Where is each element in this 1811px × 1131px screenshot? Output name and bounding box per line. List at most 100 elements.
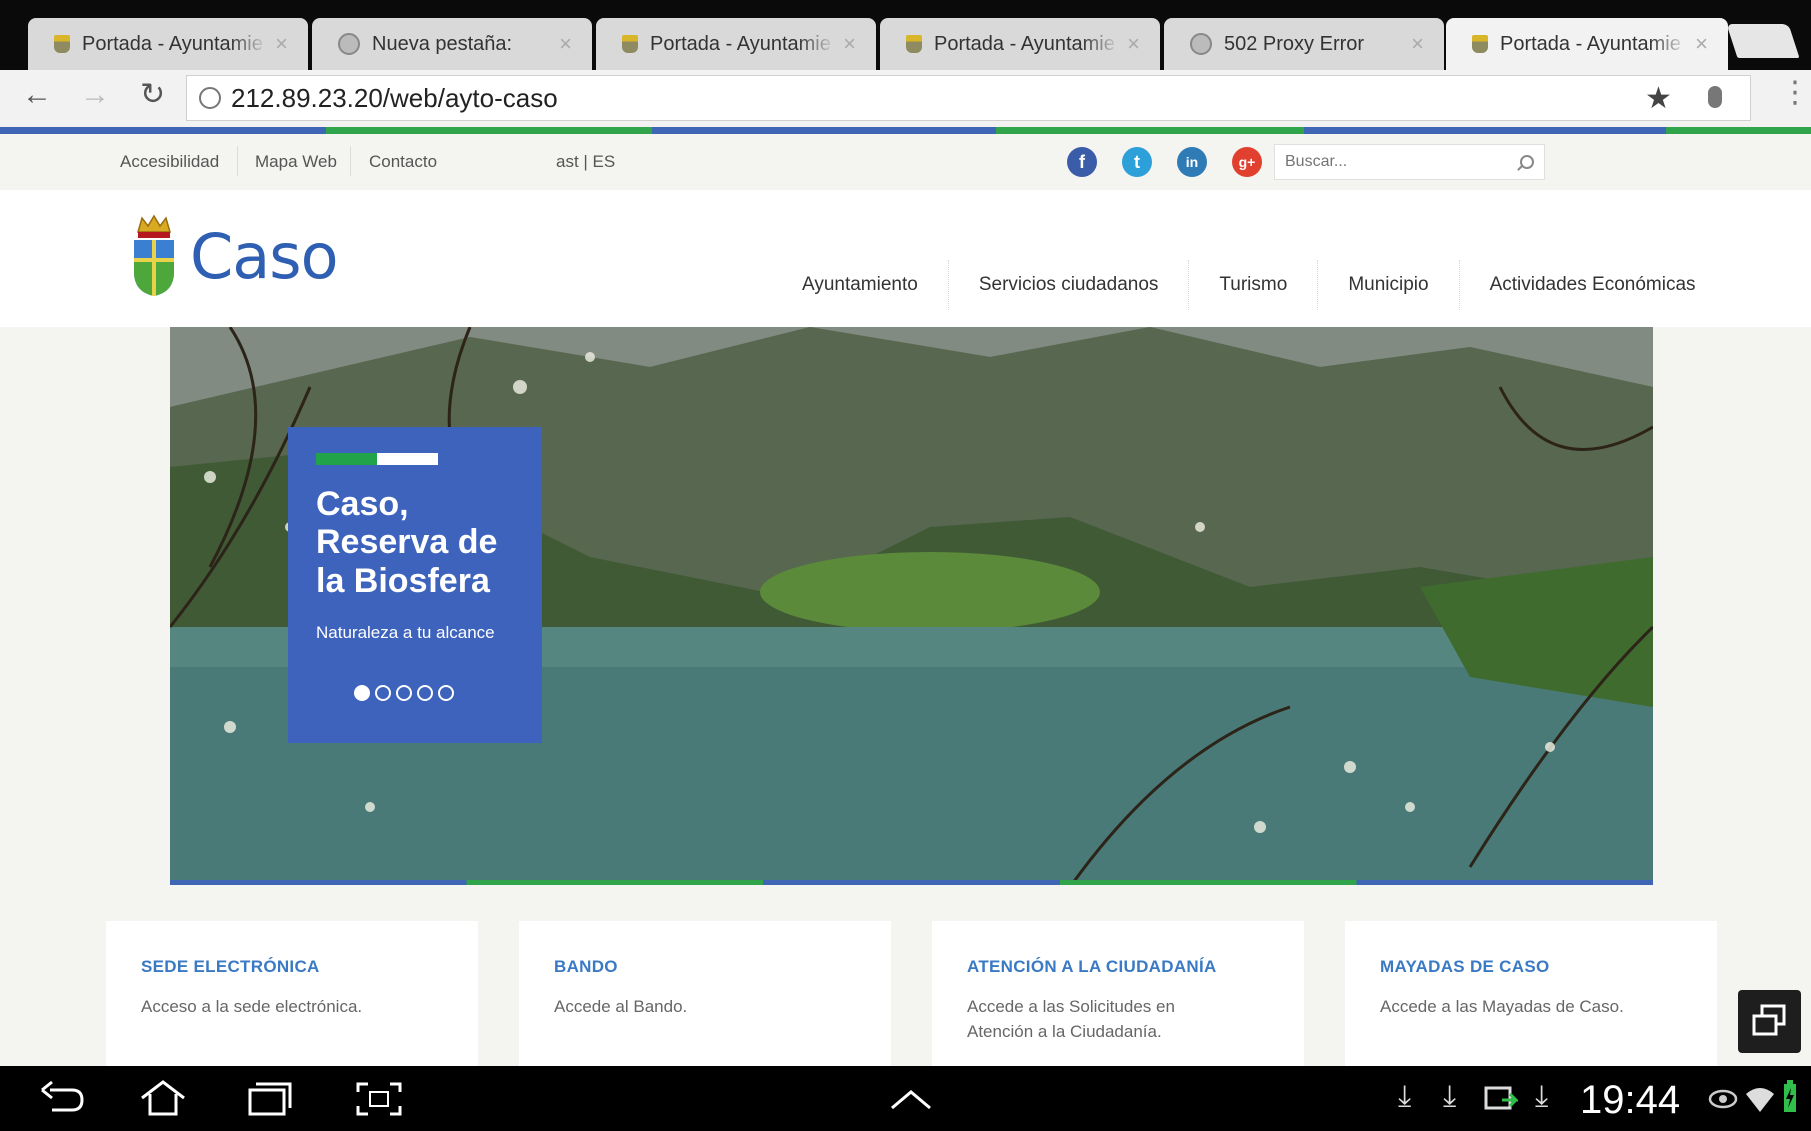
tab-title: Portada - Ayuntamie [650, 32, 831, 55]
brand-stripe [316, 453, 438, 465]
crest-favicon-icon [54, 35, 70, 53]
browser-toolbar: ← → ↻ 212.89.23.20/web/ayto-caso ★ ⋮ [0, 70, 1811, 127]
slider-dot-2[interactable] [375, 685, 391, 701]
tab-title: Nueva pestaña: [372, 32, 513, 55]
logo-text: Caso [190, 219, 339, 293]
card-title[interactable]: SEDE ELECTRÓNICA [141, 957, 443, 977]
crest-favicon-icon [622, 35, 638, 53]
nav-item-ayuntamiento[interactable]: Ayuntamiento [772, 260, 949, 310]
eye-icon [1708, 1089, 1738, 1109]
recent-apps-icon[interactable] [244, 1080, 294, 1116]
site-header: Caso Ayuntamiento Servicios ciudadanos T… [0, 190, 1811, 327]
forward-arrow-icon[interactable]: → [80, 80, 110, 110]
search-box [1274, 144, 1545, 180]
close-icon[interactable]: × [1127, 33, 1140, 55]
slider-pagination [354, 685, 454, 701]
browser-tab[interactable]: Nueva pestaña: × [312, 18, 592, 70]
card-mayadas-de-caso[interactable]: MAYADAS DE CASO Accede a las Mayadas de … [1345, 921, 1717, 1066]
google-plus-icon[interactable]: g+ [1232, 147, 1262, 177]
accesibilidad-link[interactable]: Accesibilidad [120, 152, 219, 172]
close-icon[interactable]: × [275, 33, 288, 55]
coat-of-arms-icon [134, 214, 174, 296]
hero-slider[interactable]: Caso, Reserva de la Biosfera Naturaleza … [170, 327, 1653, 885]
divider [350, 146, 351, 176]
url-text[interactable]: 212.89.23.20/web/ayto-caso [231, 83, 558, 114]
crest-favicon-icon [1472, 35, 1488, 53]
new-tab-button[interactable] [1726, 24, 1800, 58]
download-icon: ⤓ [1398, 1080, 1412, 1113]
slider-dot-1[interactable] [354, 685, 370, 701]
browser-tab[interactable]: Portada - Ayuntamie × [28, 18, 308, 70]
microphone-icon[interactable] [1708, 86, 1722, 108]
hero-title: Caso, Reserva de la Biosfera [316, 485, 498, 600]
browser-tab[interactable]: 502 Proxy Error × [1164, 18, 1444, 70]
divider [237, 146, 238, 176]
globe-icon [338, 33, 360, 55]
close-icon[interactable]: × [1411, 33, 1424, 55]
download-icon: ⤓ [1443, 1080, 1457, 1113]
system-navigation-bar: ⤓ ⤓ ⤓ 19:44 [0, 1066, 1811, 1131]
cast-screen-icon [1484, 1086, 1518, 1110]
browser-tab[interactable]: Portada - Ayuntamie × [880, 18, 1160, 70]
language-switch[interactable]: ast | ES [556, 152, 615, 172]
hero-caption-card: Caso, Reserva de la Biosfera Naturaleza … [288, 427, 542, 743]
close-icon[interactable]: × [843, 33, 856, 55]
facebook-icon[interactable]: f [1067, 147, 1097, 177]
contacto-link[interactable]: Contacto [369, 152, 437, 172]
utility-bar: Accesibilidad Mapa Web Contacto ast | ES… [0, 134, 1811, 190]
twitter-icon[interactable]: t [1122, 147, 1152, 177]
card-description: Accede a las Solicitudes en Atención a l… [967, 997, 1175, 1041]
nav-item-turismo[interactable]: Turismo [1189, 260, 1319, 310]
quick-access-section: SEDE ELECTRÓNICA Acceso a la sede electr… [0, 885, 1811, 1066]
card-sede-electronica[interactable]: SEDE ELECTRÓNICA Acceso a la sede electr… [106, 921, 478, 1066]
globe-icon [199, 87, 221, 109]
browser-menu-icon[interactable]: ⋮ [1780, 78, 1810, 108]
close-icon[interactable]: × [1695, 33, 1708, 55]
address-bar[interactable]: 212.89.23.20/web/ayto-caso [186, 75, 1751, 121]
tab-switcher-icon [1752, 1004, 1786, 1036]
linkedin-icon[interactable]: in [1177, 147, 1207, 177]
wifi-icon [1746, 1088, 1774, 1112]
slider-dot-4[interactable] [417, 685, 433, 701]
slider-dot-5[interactable] [438, 685, 454, 701]
card-description: Accede a las Mayadas de Caso. [1380, 997, 1624, 1016]
card-title[interactable]: ATENCIÓN A LA CIUDADANÍA [967, 957, 1269, 977]
system-clock: 19:44 [1580, 1078, 1681, 1122]
tab-switcher-button[interactable] [1738, 990, 1801, 1053]
browser-tab-strip: Portada - Ayuntamie × Nueva pestaña: × P… [0, 0, 1811, 70]
reload-icon[interactable]: ↻ [140, 80, 165, 110]
mapa-web-link[interactable]: Mapa Web [255, 152, 337, 172]
slider-dot-3[interactable] [396, 685, 412, 701]
download-icon: ⤓ [1535, 1080, 1549, 1113]
card-title[interactable]: MAYADAS DE CASO [1380, 957, 1682, 977]
crest-favicon-icon [906, 35, 922, 53]
tab-title: 502 Proxy Error [1224, 32, 1365, 55]
nav-item-actividades-economicas[interactable]: Actividades Económicas [1460, 260, 1726, 310]
browser-tab[interactable]: Portada - Ayuntamie × [596, 18, 876, 70]
hero-subtitle: Naturaleza a tu alcance [316, 623, 495, 642]
browser-tab-active[interactable]: Portada - Ayuntamie × [1446, 18, 1728, 70]
nav-item-servicios-ciudadanos[interactable]: Servicios ciudadanos [949, 260, 1190, 310]
main-nav: Ayuntamiento Servicios ciudadanos Turism… [772, 260, 1726, 310]
nav-item-municipio[interactable]: Municipio [1318, 260, 1460, 310]
tab-title: Portada - Ayuntamie [82, 32, 263, 55]
globe-icon [1190, 33, 1212, 55]
card-description: Accede al Bando. [554, 997, 688, 1016]
search-icon[interactable] [1520, 155, 1534, 169]
site-color-bar [0, 127, 1811, 134]
card-atencion-ciudadania[interactable]: ATENCIÓN A LA CIUDADANÍA Accede a las So… [932, 921, 1304, 1066]
battery-charging-icon [1784, 1080, 1796, 1112]
close-icon[interactable]: × [559, 33, 572, 55]
chevron-up-icon[interactable] [888, 1084, 934, 1114]
home-icon[interactable] [138, 1080, 188, 1116]
bookmark-star-icon[interactable]: ★ [1645, 81, 1672, 116]
site-logo[interactable]: Caso [130, 214, 339, 298]
card-description: Acceso a la sede electrónica. [141, 997, 363, 1016]
search-input[interactable] [1285, 153, 1520, 171]
back-arrow-icon[interactable]: ← [22, 80, 52, 110]
card-title[interactable]: BANDO [554, 957, 856, 977]
tab-title: Portada - Ayuntamie [1500, 32, 1681, 55]
card-bando[interactable]: BANDO Accede al Bando. [519, 921, 891, 1066]
back-icon[interactable] [38, 1080, 88, 1116]
screenshot-icon[interactable] [354, 1080, 404, 1118]
